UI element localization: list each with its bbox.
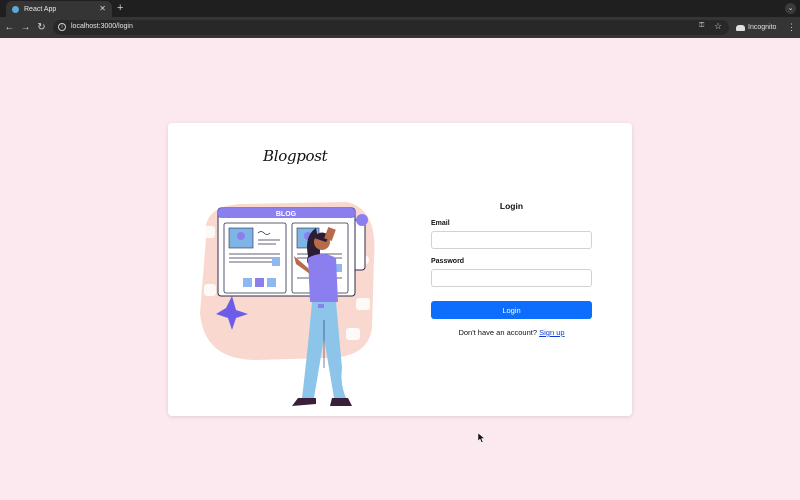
blogpost-logo: Blogpost xyxy=(263,147,328,165)
email-label: Email xyxy=(431,220,450,227)
reload-icon[interactable]: ↻ xyxy=(35,21,48,34)
tab-title: React App xyxy=(24,5,57,13)
login-card: Blogpost BLOG Login Email Password Login… xyxy=(168,123,632,416)
browser-menu-icon[interactable]: ⋮ xyxy=(787,21,796,34)
back-icon[interactable]: ← xyxy=(3,21,16,34)
close-tab-icon[interactable]: ✕ xyxy=(99,5,106,13)
login-title: Login xyxy=(499,201,524,211)
react-favicon-icon xyxy=(12,5,19,13)
signup-prompt-line: Don't have an account? Sign up xyxy=(431,328,592,337)
incognito-indicator[interactable]: Incognito xyxy=(736,21,776,34)
url-text[interactable]: localhost:3000/login xyxy=(71,23,133,30)
browser-toolbar: ← → ↻ i localhost:3000/login ⚿ ☆ Incogni… xyxy=(0,17,800,38)
forward-icon[interactable]: → xyxy=(19,21,32,34)
incognito-icon xyxy=(736,24,745,31)
sign-up-link[interactable]: Sign up xyxy=(539,328,564,337)
login-button[interactable]: Login xyxy=(431,301,592,319)
password-key-icon[interactable]: ⚿ xyxy=(699,22,704,30)
login-form: Login Email Password Login Don't have an… xyxy=(431,201,592,337)
blog-illustration: BLOG xyxy=(200,202,375,406)
tab-react-app[interactable]: React App ✕ xyxy=(6,1,112,17)
site-info-icon[interactable]: i xyxy=(58,23,66,31)
tab-search-button[interactable]: ⌄ xyxy=(785,3,796,14)
incognito-label: Incognito xyxy=(748,24,777,31)
new-tab-button[interactable]: + xyxy=(117,2,123,14)
tab-strip: React App ✕ + ⌄ xyxy=(0,0,800,17)
password-label: Password xyxy=(431,258,465,265)
blog-window-label: BLOG xyxy=(276,211,297,218)
bookmark-star-icon[interactable]: ☆ xyxy=(714,21,722,32)
password-field[interactable] xyxy=(431,269,592,287)
mouse-cursor-icon xyxy=(478,433,486,443)
email-field[interactable] xyxy=(431,231,592,249)
address-bar[interactable]: i localhost:3000/login ⚿ ☆ xyxy=(53,20,729,35)
signup-prompt-text: Don't have an account? xyxy=(458,328,538,337)
